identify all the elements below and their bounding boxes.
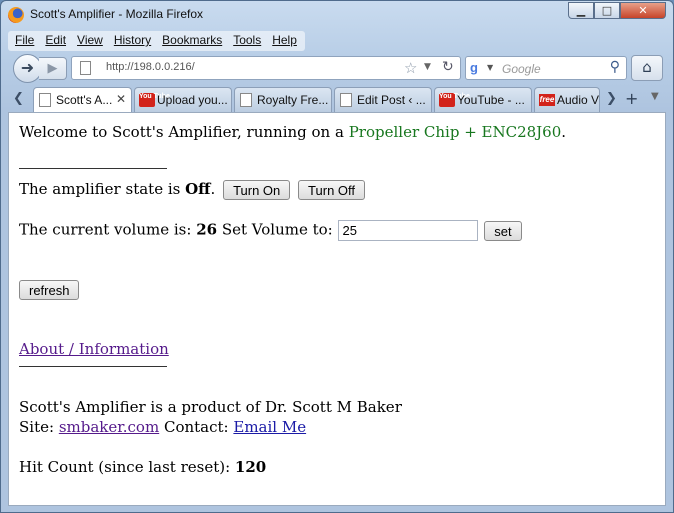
search-engine-dropdown-icon[interactable]: ▼ [487,63,493,72]
set-volume-button[interactable]: set [484,220,522,241]
url-dropdown-icon[interactable]: ▼ [424,62,431,72]
tab-label: Upload you... [157,93,228,107]
list-all-tabs-icon[interactable]: ▼ [651,91,659,102]
set-volume-label: Set Volume to: [217,220,338,239]
youtube-icon: You Tube [439,93,470,107]
search-bar[interactable]: g ▼ Google ⚲ [465,56,627,80]
tab-bar: ❮ Scott's A... ✕ You Tube Upload you... … [1,87,673,113]
title-bar: Scott's Amplifier - Mozilla Firefox ▁ □ … [1,1,673,29]
menu-tools[interactable]: Tools [228,31,267,51]
navigation-toolbar: ➜ ▶ http://198.0.0.216/ ☆ ▼ ↻ g ▼ Google… [1,53,673,83]
amp-state-label: The amplifier state is [19,180,186,198]
freesound-icon: free [539,94,555,106]
page-icon [80,61,91,75]
contact-line: Site: smbaker.com Contact: Email Me [19,418,306,436]
page-icon [340,93,352,107]
tab-label: Scott's A... [56,93,113,107]
chip-highlight: Propeller Chip + ENC28J60 [348,123,562,141]
site-link[interactable]: smbaker.com [59,418,159,436]
tab-youtube[interactable]: You Tube YouTube - ... [434,87,532,112]
tab-label: YouTube - ... [457,93,525,107]
arrow-right-icon: ▶ [47,61,58,76]
product-line: Scott's Amplifier is a product of Dr. Sc… [19,398,402,416]
menu-help-label: Help [272,33,297,47]
divider [19,366,167,367]
tab-scroll-right-icon[interactable]: ❯ [606,91,617,106]
back-button[interactable]: ➜ [13,54,42,83]
forward-button[interactable]: ▶ [39,57,67,80]
refresh-button[interactable]: refresh [19,280,80,300]
home-button[interactable]: ⌂ [631,55,663,81]
window-title: Scott's Amplifier - Mozilla Firefox [30,7,203,21]
page-content: Welcome to Scott's Amplifier, running on… [8,112,666,506]
firefox-logo-icon [8,7,24,23]
about-line: About / Information [19,340,169,358]
menu-file-label: File [15,33,35,47]
menu-history-label: History [113,33,152,47]
menu-edit-label: Edit [45,33,67,47]
divider [19,168,167,169]
url-text[interactable]: http://198.0.0.216/ [106,61,195,73]
hit-count-value: 120 [234,458,267,476]
tab-upload-youtube[interactable]: You Tube Upload you... [134,87,232,112]
amp-state-suffix: . [210,180,216,198]
site-label: Site: [19,418,59,436]
menu-history[interactable]: History [109,31,157,51]
close-tab-icon[interactable]: ✕ [116,92,126,106]
menu-bar: File Edit View History Bookmarks Tools H… [8,31,305,51]
welcome-line: Welcome to Scott's Amplifier, running on… [19,123,566,141]
tab-label: Edit Post ‹ ... [357,93,426,107]
volume-value: 26 [196,220,218,239]
menu-bookmarks-label: Bookmarks [162,33,223,47]
browser-window: Scott's Amplifier - Mozilla Firefox ▁ □ … [0,0,674,513]
page-icon [240,93,252,107]
maximize-button[interactable]: □ [594,2,620,19]
hit-count-line: Hit Count (since last reset): 120 [19,458,266,476]
menu-edit[interactable]: Edit [40,31,72,51]
welcome-suffix: . [561,123,567,141]
menu-tools-label: Tools [233,33,262,47]
welcome-prefix: Welcome to Scott's Amplifier, running on… [19,123,349,141]
menu-file[interactable]: File [10,31,40,51]
address-bar[interactable]: http://198.0.0.216/ ☆ ▼ ↻ [71,56,461,80]
search-placeholder[interactable]: Google [502,62,541,76]
amp-state-value: Off [185,180,211,198]
search-icon[interactable]: ⚲ [610,59,620,75]
contact-label: Contact: [159,418,234,436]
tab-audio[interactable]: free Audio V [534,87,600,112]
amp-state-line: The amplifier state is Off. Turn On Turn… [19,180,366,200]
arrow-left-icon: ➜ [20,58,35,77]
minimize-button[interactable]: ▁ [568,2,594,19]
home-icon: ⌂ [642,58,652,76]
volume-label: The current volume is: [19,220,197,239]
window-controls: ▁ □ ✕ [568,2,666,21]
tab-edit-post[interactable]: Edit Post ‹ ... [334,87,432,112]
email-link[interactable]: Email Me [233,418,306,436]
menu-view[interactable]: View [72,31,109,51]
close-window-button[interactable]: ✕ [620,2,666,19]
menu-view-label: View [77,33,103,47]
volume-input[interactable]: 25 [337,220,478,241]
hit-count-label: Hit Count (since last reset): [19,458,235,476]
google-icon[interactable]: g [470,60,486,76]
menu-bookmarks[interactable]: Bookmarks [157,31,228,51]
tab-scotts-amplifier[interactable]: Scott's A... ✕ [33,87,132,113]
turn-on-button[interactable]: Turn On [223,180,291,200]
turn-off-button[interactable]: Turn Off [298,180,366,200]
tab-royalty-free[interactable]: Royalty Fre... [234,87,332,112]
bookmark-star-icon[interactable]: ☆ [404,59,417,77]
page-icon [39,93,51,107]
tab-label: Royalty Fre... [257,93,329,107]
volume-line: The current volume is: 26 Set Volume to:… [19,220,522,241]
tab-scroll-left-icon[interactable]: ❮ [13,91,24,106]
about-link[interactable]: About / Information [19,340,169,358]
youtube-icon: You Tube [139,93,170,107]
tab-label: Audio V [557,93,600,107]
refresh-line: refresh [19,280,80,300]
new-tab-icon[interactable]: + [625,89,638,108]
menu-help[interactable]: Help [267,31,303,51]
reload-icon[interactable]: ↻ [442,59,454,75]
